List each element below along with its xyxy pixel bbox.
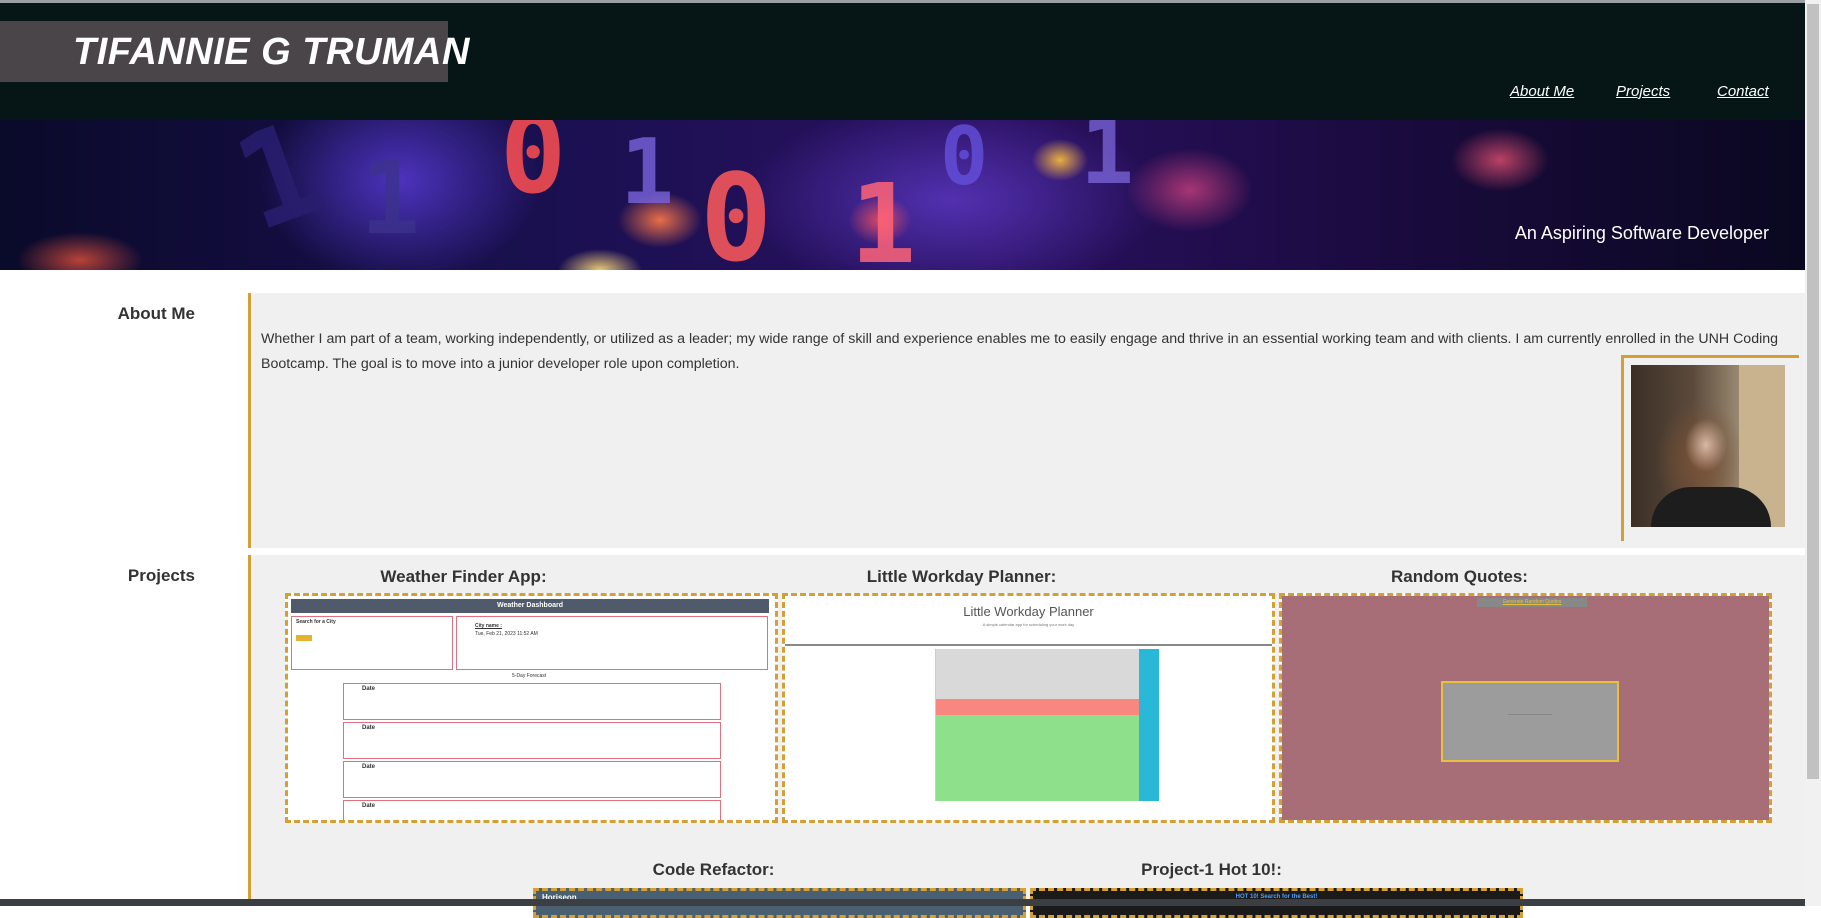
photo-shirt xyxy=(1651,487,1771,527)
brand-banner: TIFANNIE G TRUMAN xyxy=(0,21,469,82)
weather-mock-card: Date xyxy=(343,761,721,798)
weather-mock-forecast-label: 5-Day Forecast xyxy=(512,673,547,679)
window-bottom-bar xyxy=(0,899,1805,906)
quotes-mock-button: Generate Random Quotes xyxy=(1477,598,1587,607)
weather-mock-city-label: City name : xyxy=(475,623,502,629)
hero-digit: 1 xyxy=(360,140,421,257)
profile-photo xyxy=(1631,365,1785,527)
hero-digit: 0 xyxy=(700,150,773,270)
hero-digit: 1 xyxy=(620,120,675,225)
weather-mock-search-box: Search for a City xyxy=(291,616,453,670)
projects-section-title: Projects xyxy=(127,566,195,585)
hero-tagline: An Aspiring Software Developer xyxy=(1514,223,1769,243)
site-header: TIFANNIE G TRUMAN About Me Projects Cont… xyxy=(0,3,1805,120)
quotes-mock-quote-text: ――――――――――― xyxy=(1508,711,1552,716)
vertical-scrollbar[interactable] xyxy=(1805,0,1821,906)
profile-photo-frame xyxy=(1621,355,1799,541)
hero-digit: 1 xyxy=(850,160,917,270)
project-title-planner: Little Workday Planner: xyxy=(866,567,1057,586)
project-thumb-quotes[interactable]: Generate Random Quotes ――――――――――― xyxy=(1279,593,1772,823)
planner-mock-past-block xyxy=(935,649,1140,699)
planner-mock-present-block xyxy=(935,699,1140,715)
site-title: TIFANNIE G TRUMAN xyxy=(73,31,470,73)
planner-mock-title: Little Workday Planner xyxy=(963,604,1094,619)
hero-digit: 0 xyxy=(940,120,989,203)
project-title-weather: Weather Finder App: xyxy=(380,567,547,586)
weather-mock-card: Date xyxy=(343,800,721,820)
weather-mock-card: Date xyxy=(343,683,721,720)
weather-mock-card-date: Date xyxy=(362,725,376,731)
hero-digit: 1 xyxy=(216,120,342,261)
project-thumb-weather[interactable]: Weather Dashboard Search for a City City… xyxy=(285,593,778,823)
project-thumb-planner[interactable]: Little Workday Planner A simple calendar… xyxy=(782,593,1275,823)
scrollbar-thumb[interactable] xyxy=(1807,4,1819,779)
project-title-refactor: Code Refactor: xyxy=(652,860,775,879)
planner-mock-subtitle: A simple calendar app for scheduling you… xyxy=(982,622,1075,627)
project-title-hot10: Project-1 Hot 10!: xyxy=(1141,860,1282,879)
weather-mock-card-date: Date xyxy=(362,803,376,809)
about-section: Whether I am part of a team, working ind… xyxy=(248,293,1806,548)
quotes-mock-quote-box: ――――――――――― xyxy=(1441,681,1619,762)
project-title-quotes: Random Quotes: xyxy=(1391,567,1528,586)
hero-digit: 0 xyxy=(500,120,567,218)
about-section-title: About Me xyxy=(117,304,195,323)
weather-mock-search-button xyxy=(296,635,312,641)
weather-mock-date: Tue, Feb 21, 2023 11:52 AM xyxy=(475,631,538,637)
hero-digit: 1 xyxy=(1080,120,1135,205)
weather-mock-current-box: City name : Tue, Feb 21, 2023 11:52 AM xyxy=(456,616,768,670)
weather-mock-card: Date xyxy=(343,722,721,759)
nav-link-projects[interactable]: Projects xyxy=(1616,83,1670,100)
weather-mock-header: Weather Dashboard xyxy=(291,599,769,613)
planner-mock-save-buttons xyxy=(1139,649,1159,801)
weather-mock-search-label: Search for a City xyxy=(296,619,336,625)
nav-link-about[interactable]: About Me xyxy=(1510,83,1574,100)
hero-banner: 1 0 1 0 1 0 1 1 An Aspiring Software Dev… xyxy=(0,120,1805,270)
planner-mock-hour-column xyxy=(913,649,936,801)
planner-mock-divider xyxy=(785,644,1272,646)
planner-mock-future-block xyxy=(935,715,1140,801)
weather-mock-card-date: Date xyxy=(362,764,376,770)
weather-mock-card-date: Date xyxy=(362,686,376,692)
nav-link-contact[interactable]: Contact xyxy=(1717,83,1769,100)
about-text: Whether I am part of a team, working ind… xyxy=(261,331,1779,372)
projects-section: Weather Finder App: Little Workday Plann… xyxy=(248,555,1806,918)
